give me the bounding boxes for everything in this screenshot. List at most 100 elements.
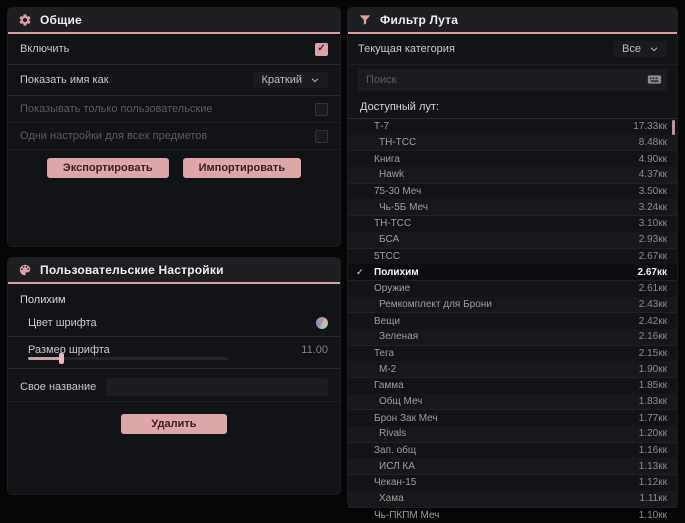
loot-item-value: 1.13кк (639, 461, 667, 472)
loot-item-name: Общ Меч (370, 396, 639, 407)
loot-item-value: 2.67кк (638, 267, 667, 278)
loot-item-name: 75-30 Меч (370, 186, 639, 197)
loot-row[interactable]: Хама1.11кк (348, 491, 677, 508)
loot-item-name: Брон Зак Меч (370, 413, 639, 424)
loot-row[interactable]: ТН-ТСС3.10кк (348, 216, 677, 232)
loot-item-value: 1.16кк (639, 445, 667, 456)
loot-item-value: 1.85кк (639, 380, 667, 391)
enable-checkbox[interactable]: ✓ (315, 43, 328, 56)
loot-item-value: 2.42кк (639, 316, 667, 327)
loot-item-name: Rivals (370, 428, 639, 439)
general-panel-title: Общие (40, 13, 82, 27)
loot-item-value: 1.11кк (640, 493, 667, 504)
font-size-label: Размер шрифта (28, 344, 110, 356)
loot-item-value: 2.61кк (639, 283, 667, 294)
export-import-row: Экспортировать Импортировать (8, 158, 340, 178)
loot-filter-panel: Фильтр Лута Текущая категория Все Доступ… (348, 8, 677, 502)
name-mode-row: Показать имя как Краткий (8, 65, 340, 96)
import-button[interactable]: Импортировать (183, 158, 301, 178)
loot-item-name: Книга (370, 154, 639, 165)
loot-item-value: 1.20кк (639, 428, 667, 439)
loot-row[interactable]: Чь-ПКПМ Меч1.10кк (348, 508, 677, 523)
loot-row[interactable]: Гамма1.85кк (348, 378, 677, 394)
loot-item-value: 1.10кк (639, 510, 667, 521)
delete-button[interactable]: Удалить (121, 414, 226, 434)
font-color-label: Цвет шрифта (28, 317, 97, 329)
loot-item-name: Оружие (370, 283, 639, 294)
search-wrap (358, 69, 667, 91)
loot-item-value: 8.48кк (639, 137, 667, 148)
enable-label: Включить (20, 43, 69, 55)
loot-row[interactable]: Книга4.90кк (348, 151, 677, 167)
loot-item-value: 3.10кк (639, 218, 667, 229)
loot-row[interactable]: Общ Меч1.83кк (348, 394, 677, 411)
loot-row[interactable]: М-21.90кк (348, 361, 677, 378)
color-wheel-icon[interactable] (316, 317, 328, 329)
delete-row: Удалить (8, 414, 340, 434)
scrollbar-thumb[interactable] (672, 120, 675, 135)
loot-row[interactable]: Тега2.15кк (348, 346, 677, 362)
loot-item-name: Ремкомплект для Брони (370, 299, 639, 310)
loot-item-name: Зеленая (370, 331, 639, 342)
custom-name-input[interactable] (106, 378, 328, 396)
loot-row[interactable]: Оружие2.61кк (348, 281, 677, 297)
loot-item-name: М-2 (370, 364, 639, 375)
selected-item-name: Полихим (8, 284, 340, 310)
loot-item-value: 2.15кк (639, 348, 667, 359)
loot-filter-header: Фильтр Лута (348, 8, 677, 34)
same-settings-row: Одни настройки для всех предметов (8, 123, 340, 150)
name-mode-label: Показать имя как (20, 74, 109, 86)
chevron-down-icon (649, 44, 659, 54)
loot-row[interactable]: 5ТСС2.67кк (348, 249, 677, 265)
loot-item-name: ТН-ТСС (370, 137, 639, 148)
loot-row[interactable]: Брон Зак Меч1.77кк (348, 410, 677, 426)
loot-item-name: ИСЛ КА (370, 461, 639, 472)
loot-item-value: 4.37кк (639, 169, 667, 180)
category-dropdown[interactable]: Все (614, 41, 667, 57)
same-settings-checkbox[interactable] (315, 130, 328, 143)
loot-item-value: 1.90кк (639, 364, 667, 375)
export-button[interactable]: Экспортировать (47, 158, 169, 178)
only-custom-label: Показывать только пользовательские (20, 103, 213, 115)
category-value: Все (622, 43, 641, 55)
loot-item-name: 5ТСС (370, 251, 639, 262)
loot-item-value: 3.24кк (639, 202, 667, 213)
loot-row[interactable]: Вещи2.42кк (348, 313, 677, 329)
name-mode-dropdown[interactable]: Краткий (253, 72, 328, 88)
loot-row[interactable]: ТН-ТСС8.48кк (348, 135, 677, 152)
loot-item-name: Гамма (370, 380, 639, 391)
loot-item-name: Хама (370, 493, 640, 504)
keyboard-icon[interactable] (647, 73, 662, 91)
loot-row[interactable]: ИСЛ КА1.13кк (348, 458, 677, 475)
loot-item-value: 1.77кк (639, 413, 667, 424)
slider-handle[interactable] (59, 353, 64, 364)
loot-item-value: 2.93кк (639, 234, 667, 245)
loot-filter-title: Фильтр Лута (380, 13, 458, 27)
loot-row[interactable]: Hawk4.37кк (348, 167, 677, 184)
only-custom-checkbox[interactable] (315, 103, 328, 116)
user-settings-panel: Пользовательские Настройки Полихим Цвет … (8, 258, 340, 494)
general-panel: Общие Включить ✓ Показать имя как Кратки… (8, 8, 340, 246)
search-input[interactable] (358, 69, 667, 91)
loot-list: Т-717.33ккТН-ТСС8.48ккКнига4.90ккHawk4.3… (348, 118, 677, 523)
loot-item-value: 1.83кк (639, 396, 667, 407)
loot-row[interactable]: ✓Полихим2.67кк (348, 264, 677, 281)
loot-row[interactable]: Чь-5Б Меч3.24кк (348, 199, 677, 216)
loot-row[interactable]: 75-30 Меч3.50кк (348, 184, 677, 200)
loot-item-value: 17.33кк (633, 121, 667, 132)
loot-row[interactable]: БСА2.93кк (348, 232, 677, 249)
loot-row[interactable]: Т-717.33кк (348, 119, 677, 135)
loot-row[interactable]: Зеленая2.16кк (348, 329, 677, 346)
font-size-value: 11.00 (301, 344, 328, 356)
loot-row[interactable]: Зап. общ1.16кк (348, 443, 677, 459)
loot-row[interactable]: Ремкомплект для Брони2.43кк (348, 297, 677, 314)
name-mode-value: Краткий (261, 74, 302, 86)
font-size-slider[interactable] (28, 357, 228, 360)
slider-fill (28, 357, 62, 360)
font-size-slider-wrap (8, 357, 340, 369)
loot-item-name: ТН-ТСС (370, 218, 639, 229)
loot-item-name: Чь-ПКПМ Меч (370, 510, 639, 521)
user-settings-header: Пользовательские Настройки (8, 258, 340, 284)
loot-row[interactable]: Rivals1.20кк (348, 426, 677, 443)
loot-row[interactable]: Чекан-151.12кк (348, 475, 677, 491)
